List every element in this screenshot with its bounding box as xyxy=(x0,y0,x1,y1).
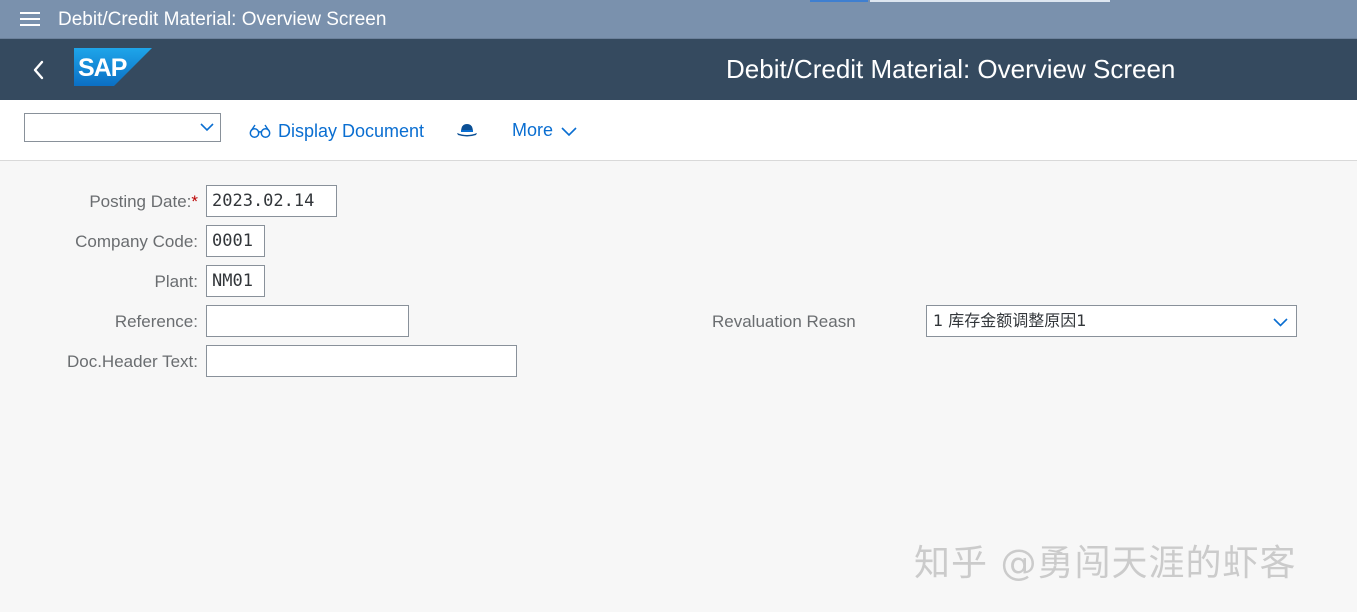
hat-button[interactable] xyxy=(455,122,479,138)
sap-logo[interactable]: SAP xyxy=(74,48,152,86)
watermark-text: 知乎 @勇闯天涯的虾客 xyxy=(914,543,1297,584)
posting-date-field[interactable]: 2023.02.14 xyxy=(206,185,337,217)
posting-date-label-text: Posting Date: xyxy=(89,192,192,211)
chevron-down-icon xyxy=(200,123,214,132)
plant-label: Plant: xyxy=(154,272,198,291)
window-title-bar: Debit/Credit Material: Overview Screen xyxy=(0,0,1357,39)
chevron-down-icon xyxy=(561,126,577,136)
required-marker: * xyxy=(191,192,198,211)
doc-header-text-field[interactable] xyxy=(206,345,517,377)
window-title: Debit/Credit Material: Overview Screen xyxy=(58,9,387,30)
active-tab-indicator xyxy=(810,0,868,2)
company-code-label: Company Code: xyxy=(75,232,198,251)
posting-date-label: Posting Date:* xyxy=(40,192,198,212)
variant-dropdown[interactable] xyxy=(24,113,221,142)
revaluation-reason-dropdown[interactable]: 1 库存金额调整原因1 xyxy=(926,305,1297,337)
reference-field[interactable] xyxy=(206,305,409,337)
back-button[interactable] xyxy=(28,57,50,83)
more-button[interactable]: More xyxy=(512,120,577,141)
chevron-left-icon xyxy=(33,60,44,80)
display-document-button[interactable]: Display Document xyxy=(249,120,424,142)
window-tab-strip xyxy=(810,0,1110,2)
application-toolbar: Display Document More xyxy=(0,100,1357,161)
hat-icon xyxy=(457,124,477,137)
company-code-field[interactable]: 0001 xyxy=(206,225,265,257)
plant-field[interactable]: NM01 xyxy=(206,265,265,297)
revaluation-reason-label: Revaluation Reasn xyxy=(712,312,856,331)
doc-header-text-label: Doc.Header Text: xyxy=(66,352,198,371)
glasses-icon xyxy=(249,124,271,138)
display-document-label: Display Document xyxy=(278,120,425,141)
shell-header: SAP Debit/Credit Material: Overview Scre… xyxy=(0,39,1357,100)
more-label: More xyxy=(512,120,554,140)
reference-label: Reference: xyxy=(114,312,198,331)
chevron-down-icon xyxy=(1273,318,1288,327)
tab-strip-rest xyxy=(870,0,1110,2)
revaluation-reason-value: 1 库存金额调整原因1 xyxy=(933,311,1087,330)
sap-logo-text: SAP xyxy=(78,54,127,82)
hamburger-menu-icon[interactable] xyxy=(20,12,40,26)
page-title: Debit/Credit Material: Overview Screen xyxy=(726,54,1176,84)
